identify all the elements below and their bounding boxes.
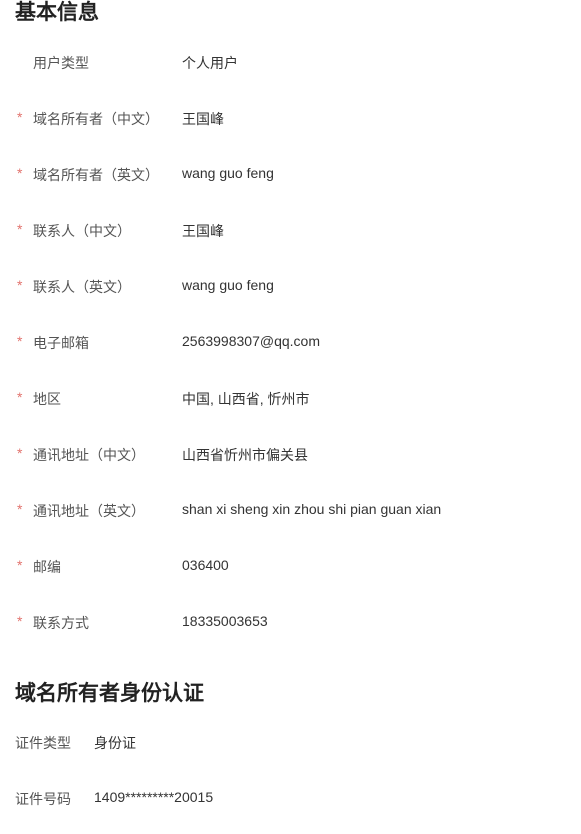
- identity-row-doc-number: 证件号码 1409*********20015: [0, 786, 581, 810]
- info-row-postcode: * 邮编 036400: [0, 554, 581, 578]
- field-label: 电子邮箱: [33, 335, 89, 351]
- info-row-address-cn: * 通讯地址（中文） 山西省忻州市偏关县: [0, 442, 581, 466]
- field-value: 中国, 山西省, 忻州市: [182, 391, 310, 407]
- required-marker-icon: *: [17, 333, 23, 349]
- info-row-phone: * 联系方式 18335003653: [0, 610, 581, 634]
- field-value: 036400: [182, 557, 229, 573]
- required-marker-icon: *: [17, 613, 23, 629]
- required-marker-icon: *: [17, 557, 23, 573]
- info-row-owner-en: * 域名所有者（英文） wang guo feng: [0, 162, 581, 186]
- info-row-user-type: 用户类型 个人用户: [0, 50, 581, 74]
- required-marker-icon: *: [17, 277, 23, 293]
- identity-row-doc-type: 证件类型 身份证: [0, 730, 581, 754]
- field-value: 1409*********20015: [94, 789, 214, 805]
- field-label: 证件号码: [15, 791, 71, 807]
- info-row-email: * 电子邮箱 2563998307@qq.com: [0, 330, 581, 354]
- basic-info-title: 基本信息: [15, 1, 99, 24]
- field-label: 用户类型: [33, 55, 89, 71]
- info-row-contact-en: * 联系人（英文） wang guo feng: [0, 274, 581, 298]
- required-marker-icon: *: [17, 221, 23, 237]
- required-marker-icon: *: [17, 445, 23, 461]
- field-value: shan xi sheng xin zhou shi pian guan xia…: [182, 501, 442, 517]
- field-label: 联系人（英文）: [33, 279, 131, 295]
- field-label: 联系方式: [33, 615, 89, 631]
- info-row-contact-cn: * 联系人（中文） 王国峰: [0, 218, 581, 242]
- info-row-region: * 地区 中国, 山西省, 忻州市: [0, 386, 581, 410]
- field-value: 身份证: [94, 735, 136, 751]
- field-value: wang guo feng: [182, 165, 274, 181]
- owner-identity-title: 域名所有者身份认证: [15, 682, 204, 705]
- field-label: 通讯地址（英文）: [33, 503, 145, 519]
- field-label: 联系人（中文）: [33, 223, 131, 239]
- field-value: 个人用户: [182, 55, 238, 71]
- required-marker-icon: *: [17, 165, 23, 181]
- info-row-address-en: * 通讯地址（英文） shan xi sheng xin zhou shi pi…: [0, 498, 581, 522]
- field-value: 2563998307@qq.com: [182, 333, 320, 349]
- field-value: 王国峰: [182, 223, 224, 239]
- field-label: 证件类型: [15, 735, 71, 751]
- field-value: 山西省忻州市偏关县: [182, 447, 308, 463]
- required-marker-icon: *: [17, 389, 23, 405]
- field-label: 通讯地址（中文）: [33, 447, 145, 463]
- field-label: 域名所有者（英文）: [33, 167, 159, 183]
- field-label: 域名所有者（中文）: [33, 111, 159, 127]
- required-marker-icon: *: [17, 109, 23, 125]
- field-label: 邮编: [33, 559, 61, 575]
- field-value: 18335003653: [182, 613, 268, 629]
- info-row-owner-cn: * 域名所有者（中文） 王国峰: [0, 106, 581, 130]
- field-value: 王国峰: [182, 111, 224, 127]
- required-marker-icon: *: [17, 501, 23, 517]
- field-label: 地区: [33, 391, 61, 407]
- field-value: wang guo feng: [182, 277, 274, 293]
